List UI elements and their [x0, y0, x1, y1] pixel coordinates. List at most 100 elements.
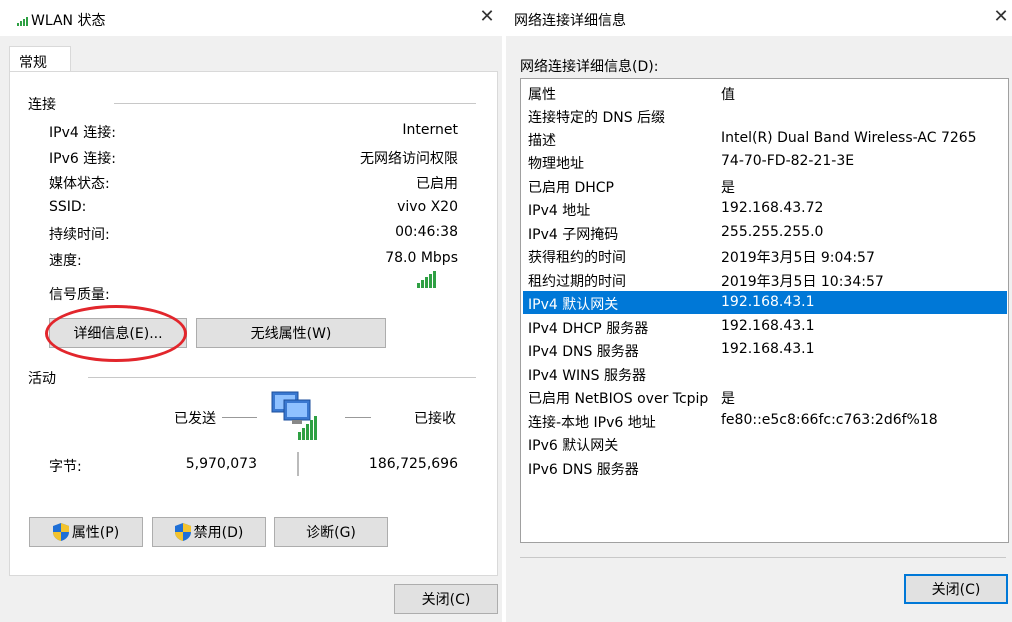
- bytes-received-value: 186,725,696: [368, 456, 458, 472]
- ssid-label: SSID:: [49, 199, 87, 215]
- divider: [114, 103, 476, 104]
- ssid-value: vivo X20: [397, 199, 458, 215]
- row-value: 是: [721, 391, 735, 407]
- row-property: 租约过期的时间: [528, 274, 626, 290]
- list-row[interactable]: 连接-本地 IPv6 地址 fe80::e5c8:66fc:c763:2d6f%1…: [523, 409, 1007, 432]
- uac-shield-icon: [174, 523, 191, 541]
- list-row[interactable]: 已启用 DHCP 是: [523, 174, 1007, 197]
- list-row[interactable]: 已启用 NetBIOS over Tcpip 是: [523, 385, 1007, 408]
- row-value: 192.168.43.72: [721, 200, 824, 216]
- details-list-label: 网络连接详细信息(D):: [520, 59, 659, 75]
- wireless-button-label: 无线属性(W): [250, 326, 332, 342]
- title-bar: 网络连接详细信息 ✕: [506, 0, 1012, 36]
- divider: [88, 377, 476, 378]
- details-list[interactable]: 属性 值 连接特定的 DNS 后缀 描述 Intel(R) Dual Band W…: [520, 78, 1009, 543]
- list-row[interactable]: IPv6 DNS 服务器: [523, 456, 1007, 479]
- row-value: Intel(R) Dual Band Wireless-AC 7265: [721, 130, 977, 146]
- properties-button-label: 属性(P): [71, 525, 120, 541]
- row-value: 2019年3月5日 9:04:57: [721, 250, 875, 266]
- bytes-label: 字节:: [49, 459, 82, 475]
- list-row[interactable]: IPv6 默认网关: [523, 432, 1007, 455]
- list-row-selected[interactable]: IPv4 默认网关 192.168.43.1: [523, 291, 1007, 314]
- network-computers-icon: [266, 388, 326, 446]
- media-value: 已启用: [416, 176, 458, 192]
- list-row[interactable]: IPv4 地址 192.168.43.72: [523, 197, 1007, 220]
- row-property: IPv4 子网掩码: [528, 227, 619, 243]
- row-property: 连接-本地 IPv6 地址: [528, 415, 656, 431]
- highlight-circle: [45, 305, 187, 362]
- row-value: 192.168.43.1: [721, 341, 815, 357]
- close-button-label: 关闭(C): [931, 582, 981, 598]
- window-title: 网络连接详细信息: [514, 13, 626, 29]
- row-property: IPv4 默认网关: [528, 297, 619, 313]
- list-row[interactable]: 连接特定的 DNS 后缀: [523, 104, 1007, 127]
- signal-quality-label: 信号质量:: [49, 287, 110, 303]
- received-line: [345, 417, 371, 418]
- properties-button[interactable]: 属性(P): [29, 517, 143, 547]
- sent-label: 已发送: [174, 411, 216, 427]
- wireless-properties-button[interactable]: 无线属性(W): [196, 318, 386, 348]
- row-property: 连接特定的 DNS 后缀: [528, 110, 666, 126]
- disable-button[interactable]: 禁用(D): [152, 517, 266, 547]
- divider: [520, 557, 1006, 558]
- section-connection: 连接: [28, 97, 56, 113]
- row-property: IPv4 地址: [528, 203, 591, 219]
- sent-line: [222, 417, 257, 418]
- details-close-button[interactable]: 关闭(C): [904, 574, 1008, 604]
- list-row[interactable]: 获得租约的时间 2019年3月5日 9:04:57: [523, 244, 1007, 267]
- row-property: 获得租约的时间: [528, 250, 626, 266]
- close-icon[interactable]: ✕: [990, 6, 1012, 28]
- row-value: 192.168.43.1: [721, 294, 815, 310]
- received-label: 已接收: [414, 411, 456, 427]
- row-property: 描述: [528, 133, 556, 149]
- tab-label: 常规: [19, 55, 47, 71]
- bytes-divider: [297, 452, 299, 476]
- row-value: 74-70-FD-82-21-3E: [721, 153, 855, 169]
- speed-value: 78.0 Mbps: [385, 250, 458, 266]
- row-property: 已启用 DHCP: [528, 180, 614, 196]
- ipv6-value: 无网络访问权限: [360, 151, 458, 167]
- list-row[interactable]: IPv4 WINS 服务器: [523, 362, 1007, 385]
- row-value: 255.255.255.0: [721, 224, 824, 240]
- signal-strength-icon: [417, 271, 439, 292]
- ipv6-label: IPv6 连接:: [49, 151, 116, 167]
- list-header[interactable]: 属性 值: [523, 81, 1007, 104]
- list-row[interactable]: IPv4 DHCP 服务器 192.168.43.1: [523, 315, 1007, 338]
- row-property: 已启用 NetBIOS over Tcpip: [528, 391, 709, 407]
- disable-button-label: 禁用(D): [193, 525, 244, 541]
- list-row[interactable]: IPv4 子网掩码 255.255.255.0: [523, 221, 1007, 244]
- header-value: 值: [721, 87, 735, 103]
- wifi-small-icon: [17, 14, 29, 30]
- duration-label: 持续时间:: [49, 227, 110, 243]
- row-property: IPv6 DNS 服务器: [528, 462, 639, 478]
- speed-label: 速度:: [49, 253, 82, 269]
- row-property: IPv6 默认网关: [528, 438, 619, 454]
- close-icon[interactable]: ✕: [476, 6, 498, 28]
- row-value: 2019年3月5日 10:34:57: [721, 274, 884, 290]
- duration-value: 00:46:38: [395, 224, 458, 240]
- diagnose-button-label: 诊断(G): [306, 525, 356, 541]
- ipv4-value: Internet: [402, 122, 458, 138]
- wlan-status-window: WLAN 状态 ✕ 常规 连接 IPv4 连接: Internet IPv6 连…: [0, 0, 502, 622]
- bytes-sent-value: 5,970,073: [185, 456, 257, 472]
- row-value: 是: [721, 180, 735, 196]
- list-row[interactable]: 物理地址 74-70-FD-82-21-3E: [523, 150, 1007, 173]
- list-row[interactable]: IPv4 DNS 服务器 192.168.43.1: [523, 338, 1007, 361]
- row-property: IPv4 WINS 服务器: [528, 368, 646, 384]
- close-button-label: 关闭(C): [421, 592, 471, 608]
- diagnose-button[interactable]: 诊断(G): [274, 517, 388, 547]
- list-row[interactable]: 租约过期的时间 2019年3月5日 10:34:57: [523, 268, 1007, 291]
- window-title: WLAN 状态: [31, 13, 106, 29]
- row-value: fe80::e5c8:66fc:c763:2d6f%18: [721, 412, 938, 428]
- row-value: 192.168.43.1: [721, 318, 815, 334]
- close-button[interactable]: 关闭(C): [394, 584, 498, 614]
- title-bar: WLAN 状态 ✕: [0, 0, 502, 36]
- media-label: 媒体状态:: [49, 176, 110, 192]
- row-property: IPv4 DNS 服务器: [528, 344, 639, 360]
- row-property: IPv4 DHCP 服务器: [528, 321, 649, 337]
- list-row[interactable]: 描述 Intel(R) Dual Band Wireless-AC 7265: [523, 127, 1007, 150]
- section-activity: 活动: [28, 371, 56, 387]
- tab-general[interactable]: 常规: [9, 46, 71, 73]
- header-property: 属性: [528, 87, 556, 103]
- row-property: 物理地址: [528, 156, 584, 172]
